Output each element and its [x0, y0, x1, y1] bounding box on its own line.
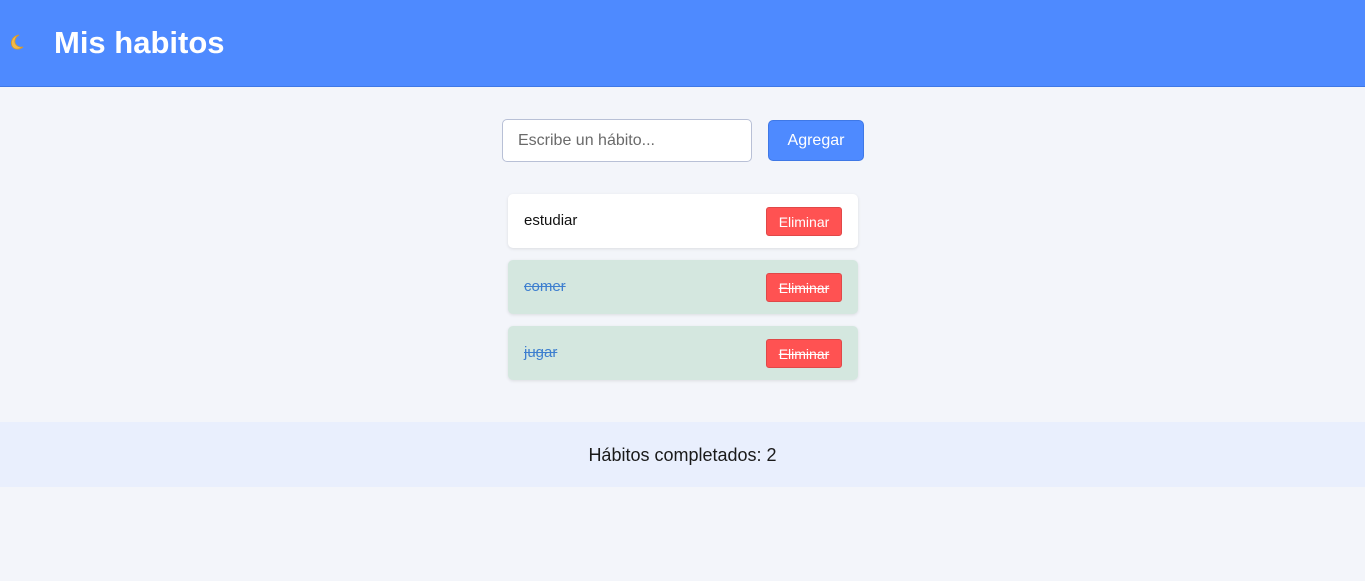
crescent-moon-icon [5, 32, 25, 52]
habit-list: estudiar Eliminar comer Eliminar jugar E… [508, 194, 858, 392]
page-title: Mis habitos [54, 25, 225, 60]
delete-habit-button[interactable]: Eliminar [766, 273, 842, 302]
habit-item: comer Eliminar [508, 260, 858, 314]
add-habit-form: Agregar [502, 119, 864, 162]
habit-item: estudiar Eliminar [508, 194, 858, 248]
completed-count: Hábitos completados: 2 [588, 445, 777, 465]
delete-habit-button[interactable]: Eliminar [766, 207, 842, 236]
habit-item: jugar Eliminar [508, 326, 858, 380]
habit-name[interactable]: jugar [524, 344, 557, 362]
summary-footer: Hábitos completados: 2 [0, 422, 1365, 487]
habit-input[interactable] [502, 119, 752, 162]
delete-habit-button[interactable]: Eliminar [766, 339, 842, 368]
app-header: Mis habitos [0, 0, 1365, 87]
habit-name[interactable]: comer [524, 278, 566, 296]
add-habit-button[interactable]: Agregar [768, 120, 864, 161]
habit-name[interactable]: estudiar [524, 212, 577, 230]
